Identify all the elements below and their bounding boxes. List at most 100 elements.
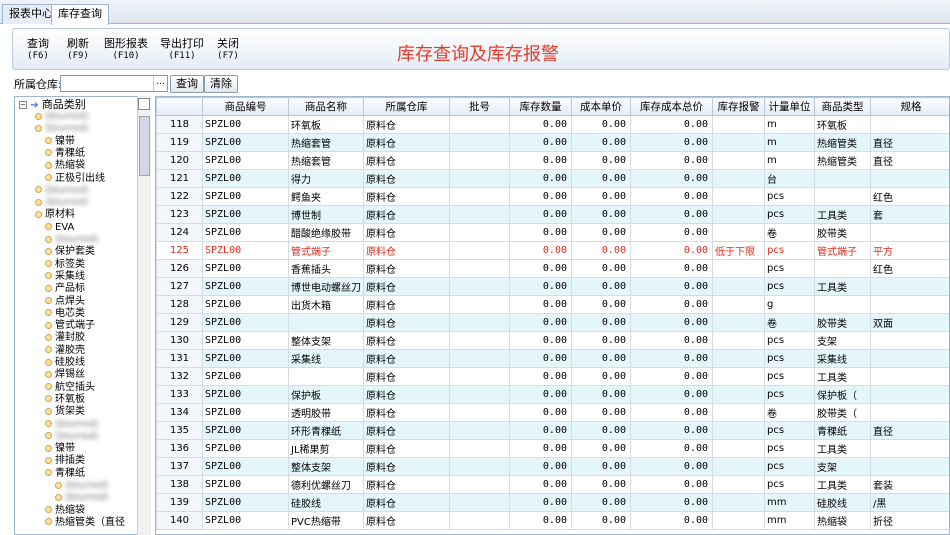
table-row[interactable]: 123 SPZL00 博世制 原料仓 0.00 0.00 0.00 pcs 工具类套 bbox=[156, 205, 949, 224]
column-header[interactable]: 计量单位 bbox=[764, 97, 815, 116]
tree-item[interactable]: EVA bbox=[45, 222, 74, 234]
tree-item[interactable]: 镍带 bbox=[45, 136, 75, 148]
tree-item[interactable]: 焊锡丝 bbox=[45, 369, 85, 381]
cell-unit: pcs bbox=[764, 259, 815, 278]
table-row[interactable]: 129 SPZL00 原料仓 0.00 0.00 0.00 卷胶带类 双面 bbox=[156, 313, 949, 332]
tree-item[interactable]: 镍带 bbox=[45, 443, 75, 455]
table-row[interactable]: 137 SPZL00 整体支架 原料仓 0.00 0.00 0.00 pcs 支架 bbox=[156, 457, 949, 476]
tree-item[interactable]: 正极引出线 bbox=[45, 173, 105, 185]
column-header[interactable]: 商品类型 bbox=[814, 97, 871, 116]
table-row[interactable]: 131 SPZL00 采集线 原料仓 0.00 0.00 0.00 pcs 采集线 bbox=[156, 349, 949, 368]
column-header[interactable]: 所属仓库 bbox=[363, 97, 450, 116]
tree-item[interactable]: 采集线 bbox=[45, 271, 85, 283]
tree-item[interactable]: 青稞纸 bbox=[45, 148, 85, 160]
table-row[interactable]: 139 SPZL00 硅胶线 原料仓 0.00 0.00 0.00 mm 硅胶线/黑 bbox=[156, 493, 949, 512]
table-row[interactable]: 118 SPZL00 环氧板 原料仓 0.00 0.00 0.00 m 环氧板 bbox=[156, 115, 949, 134]
tree-item[interactable]: 保护套类 bbox=[45, 246, 95, 258]
tree-item[interactable]: (blurred) bbox=[45, 431, 99, 443]
table-row[interactable]: 124 SPZL00 醋酸绝缘胶带 原料仓 0.00 0.00 0.00 卷胶带类 bbox=[156, 223, 949, 242]
table-row[interactable]: 136 SPZL00 JL稀果剪 原料仓 0.00 0.00 0.00 pcs 工具类 bbox=[156, 439, 949, 458]
column-header[interactable]: 成本单价 bbox=[571, 97, 631, 116]
tree-item[interactable]: 航空插头 bbox=[45, 382, 95, 394]
cell-total: 0.00 bbox=[630, 385, 713, 404]
table-row[interactable]: 119 SPZL00 热缩套管 原料仓 0.00 0.00 0.00 m 热缩管类 直径 bbox=[156, 133, 949, 152]
table-row[interactable]: 130 SPZL00 整体支架 原料仓 0.00 0.00 0.00 pcs 支架 bbox=[156, 331, 949, 350]
column-header[interactable]: 批号 bbox=[449, 97, 510, 116]
table-row[interactable]: 128 SPZL00 出货木箱 原料仓 0.00 0.00 0.00 g bbox=[156, 295, 949, 314]
cell-qty: 0.00 bbox=[509, 439, 572, 458]
tree-scrollbar[interactable] bbox=[137, 96, 151, 535]
tree-item[interactable]: (blurred) bbox=[35, 197, 89, 209]
arrow-icon: ➔ bbox=[30, 100, 39, 111]
cell-type: 胶带类 bbox=[814, 223, 871, 242]
warehouse-picker-button[interactable]: ... bbox=[153, 76, 167, 91]
cell-alarm bbox=[712, 403, 765, 422]
tree-item[interactable]: 硅胶线 bbox=[45, 357, 85, 369]
tree-root[interactable]: − ➔ 商品类别 bbox=[19, 99, 86, 111]
tree-item[interactable]: 标签类 bbox=[45, 259, 85, 271]
table-row[interactable]: 133 SPZL00 保护板 原料仓 0.00 0.00 0.00 pcs 保护板（ bbox=[156, 385, 949, 404]
column-header[interactable]: 库存报警 bbox=[712, 97, 765, 116]
tree-item[interactable]: 青稞纸 bbox=[45, 468, 85, 480]
table-row[interactable]: 138 SPZL00 德利优螺丝刀 原料仓 0.00 0.00 0.00 pcs 工具类 套装 bbox=[156, 475, 949, 494]
column-header[interactable]: 库存数量 bbox=[509, 97, 572, 116]
tree-item[interactable]: (blurred) bbox=[35, 185, 89, 197]
tree-item[interactable]: 热缩袋 bbox=[45, 505, 85, 517]
tree-item[interactable]: 点焊头 bbox=[45, 296, 85, 308]
cell-code: SPZL00 bbox=[202, 439, 289, 458]
cell-batch bbox=[449, 151, 510, 170]
tree-item[interactable]: (blurred) bbox=[45, 234, 99, 246]
cell-wh: 原料仓 bbox=[363, 439, 450, 458]
tree-icon-button[interactable] bbox=[138, 98, 150, 110]
tree-item[interactable]: 灌胶壳 bbox=[45, 345, 85, 357]
table-row[interactable]: 125 SPZL00 管式端子 原料仓 0.00 0.00 0.00 低于下限 pcs 管式端子平… bbox=[156, 241, 949, 260]
tree-item[interactable]: 管式端子 bbox=[45, 320, 95, 332]
cell-code: SPZL00 bbox=[202, 385, 289, 404]
scroll-thumb[interactable] bbox=[139, 116, 150, 176]
tree-item[interactable]: (blurred) bbox=[45, 419, 99, 431]
table-row[interactable]: 122 SPZL00 鳄鱼夹 原料仓 0.00 0.00 0.00 pcs 红色 bbox=[156, 187, 949, 206]
cell-spec bbox=[870, 367, 949, 386]
cell-total: 0.00 bbox=[630, 241, 713, 260]
tree-item[interactable]: 产品标 bbox=[45, 283, 85, 295]
column-header[interactable] bbox=[156, 97, 203, 116]
table-row[interactable]: 140 SPZL00 PVC热缩带 原料仓 0.00 0.00 0.00 mm 热缩袋 折径 bbox=[156, 511, 949, 530]
tree-item[interactable]: (blurred) bbox=[35, 111, 89, 123]
tree-item[interactable]: 热缩管类（直径 bbox=[45, 517, 125, 529]
column-header[interactable]: 商品编号 bbox=[202, 97, 289, 116]
column-header[interactable]: 规格 bbox=[870, 97, 949, 116]
tree-item[interactable]: 环氧板 bbox=[45, 394, 85, 406]
cell-spec bbox=[870, 457, 949, 476]
page-title: 库存查询及库存报警 bbox=[397, 44, 559, 65]
warehouse-input[interactable] bbox=[60, 75, 168, 92]
table-row[interactable]: 126 SPZL00 香蕉插头 原料仓 0.00 0.00 0.00 pcs 红色 bbox=[156, 259, 949, 278]
tree-item[interactable]: 货架类 bbox=[45, 406, 85, 418]
tree-item[interactable]: 热缩袋 bbox=[45, 160, 85, 172]
tree-item[interactable]: 排插类 bbox=[45, 455, 85, 467]
folder-icon bbox=[45, 346, 52, 354]
tree-item[interactable]: 原材料 bbox=[35, 209, 75, 221]
tab-inventory-query[interactable]: 库存查询 bbox=[51, 4, 109, 25]
filter-clear-button[interactable]: 清除 bbox=[204, 75, 238, 93]
close-button[interactable]: 关闭 (F7) bbox=[217, 38, 239, 62]
filter-query-button[interactable]: 查询 bbox=[170, 75, 204, 93]
tree-item[interactable]: (blurred) bbox=[55, 492, 109, 504]
expand-icon[interactable]: − bbox=[19, 101, 27, 109]
table-row[interactable]: 120 SPZL00 热缩套管 原料仓 0.00 0.00 0.00 m 热缩管类 直径 bbox=[156, 151, 949, 170]
table-row[interactable]: 134 SPZL00 透明胶带 原料仓 0.00 0.00 0.00 卷胶带类（ bbox=[156, 403, 949, 422]
table-row[interactable]: 135 SPZL00 环形青稞纸 原料仓 0.00 0.00 0.00 pcs 青稞纸 直径 bbox=[156, 421, 949, 440]
table-row[interactable]: 127 SPZL00 博世电动螺丝刀 原料仓 0.00 0.00 0.00 pcs 工具类 bbox=[156, 277, 949, 296]
tree-item[interactable]: 灌封胶 bbox=[45, 332, 85, 344]
chart-report-button[interactable]: 图形报表 (F10) bbox=[104, 38, 148, 62]
column-header[interactable]: 库存成本总价 bbox=[630, 97, 713, 116]
query-button[interactable]: 查询 (F6) bbox=[27, 38, 49, 62]
tree-item[interactable]: (blurred) bbox=[35, 123, 89, 135]
tree-item[interactable]: 电芯类 bbox=[45, 308, 85, 320]
column-header[interactable]: 商品名称 bbox=[288, 97, 364, 116]
tree-item[interactable]: (blurred) bbox=[55, 480, 109, 492]
table-row[interactable]: 132 SPZL00 原料仓 0.00 0.00 0.00 pcs 工具类 bbox=[156, 367, 949, 386]
tree-item-label: 航空插头 bbox=[55, 381, 95, 393]
table-row[interactable]: 121 SPZL00 得力 原料仓 0.00 0.00 0.00 台 bbox=[156, 169, 949, 188]
refresh-button[interactable]: 刷新 (F9) bbox=[67, 38, 89, 62]
export-print-button[interactable]: 导出打印 (F11) bbox=[160, 38, 204, 62]
